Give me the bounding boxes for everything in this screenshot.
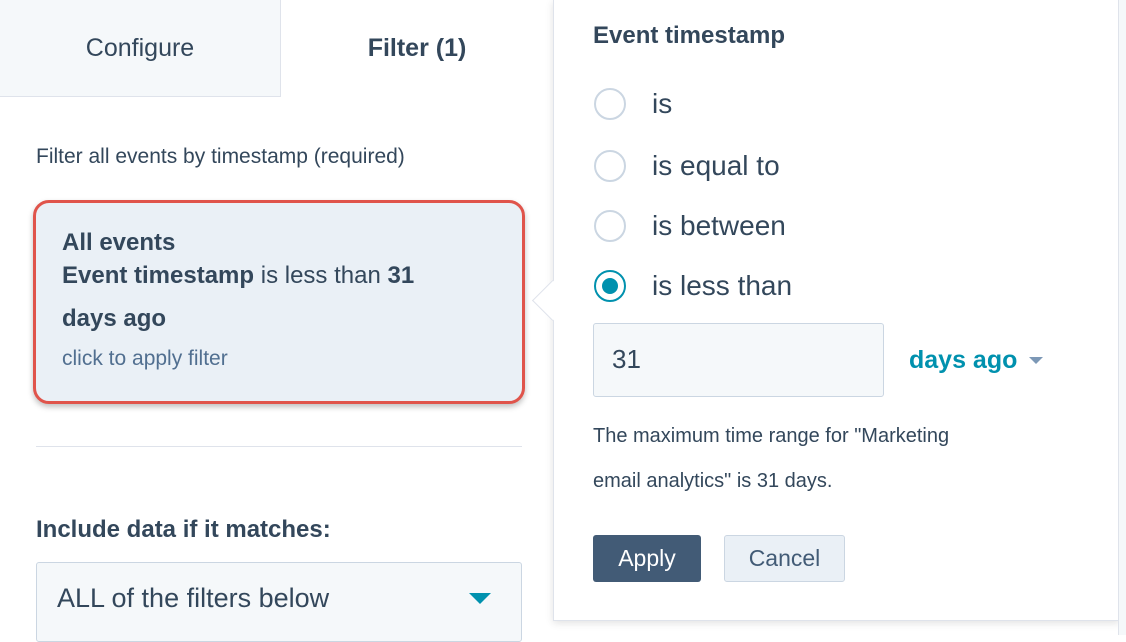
radio-circle-selected	[594, 270, 626, 302]
help-text-line1: The maximum time range for "Marketing	[593, 425, 950, 447]
cancel-button[interactable]: Cancel	[724, 535, 845, 582]
caret-down-icon	[1029, 357, 1044, 364]
include-select[interactable]: ALL of the filters below	[36, 562, 522, 642]
unit-label: days ago	[909, 346, 1018, 374]
card-unit: days ago	[62, 305, 167, 332]
caret-down-icon	[469, 593, 491, 604]
value-input[interactable]: 31	[593, 323, 884, 397]
card-value: 31	[387, 262, 415, 289]
divider	[36, 446, 522, 447]
radio-label: is	[652, 88, 673, 119]
radio-label: is less than	[652, 270, 793, 301]
tab-configure[interactable]: Configure	[0, 0, 281, 97]
value-input-text: 31	[612, 344, 641, 374]
radio-label: is equal to	[652, 150, 780, 181]
radio-label: is between	[652, 210, 786, 241]
radio-circle	[594, 88, 626, 120]
tab-filter[interactable]: Filter (1)	[281, 0, 553, 97]
unit-dropdown[interactable]: days ago	[909, 346, 1044, 375]
tab-label: Configure	[85, 33, 195, 62]
radio-is-less-than[interactable]: is less than	[594, 270, 792, 302]
radio-is-between[interactable]: is between	[594, 210, 786, 242]
help-text-line2: email analytics" is 31 days.	[593, 470, 833, 492]
radio-is-equal-to[interactable]: is equal to	[594, 150, 780, 182]
radio-is[interactable]: is	[594, 88, 672, 120]
radio-circle	[594, 150, 626, 182]
radio-circle	[594, 210, 626, 242]
filter-popover: Event timestamp is is equal to is betwee…	[553, 0, 1120, 621]
card-operator: is less than	[254, 262, 388, 289]
popover-title: Event timestamp	[593, 22, 786, 49]
filter-description: Filter all events by timestamp (required…	[36, 145, 405, 168]
card-property: Event timestamp	[62, 262, 255, 289]
tab-label: Filter (1)	[367, 34, 467, 62]
filter-card[interactable]: All events Event timestamp is less than …	[33, 200, 525, 404]
card-hint: click to apply filter	[62, 347, 228, 370]
background-table-edge	[1118, 0, 1126, 635]
include-label: Include data if it matches:	[36, 516, 331, 543]
apply-button[interactable]: Apply	[593, 535, 701, 582]
include-select-value: ALL of the filters below	[57, 583, 330, 613]
